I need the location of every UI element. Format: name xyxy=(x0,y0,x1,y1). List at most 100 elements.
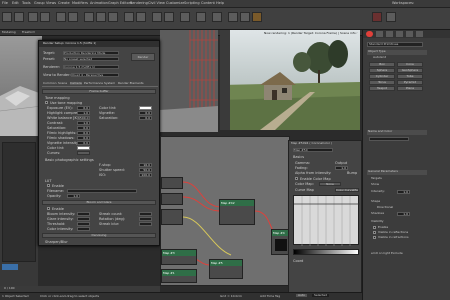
check-refractions[interactable] xyxy=(373,236,376,239)
mirror-icon[interactable] xyxy=(152,12,162,22)
param-vignette-value[interactable]: 0.0 xyxy=(77,141,90,145)
redo-icon[interactable] xyxy=(14,12,24,22)
select-region-icon[interactable] xyxy=(68,12,78,22)
autogrid-checkbox[interactable]: AutoGrid xyxy=(373,56,386,59)
menu-content[interactable]: Content xyxy=(201,1,215,5)
btn-cylinder[interactable]: Cylinder xyxy=(369,74,395,79)
tab-camera[interactable]: Camera xyxy=(70,82,82,86)
help-icon[interactable] xyxy=(386,12,396,22)
check-reflections[interactable] xyxy=(373,231,376,234)
teapot-icon[interactable] xyxy=(372,12,382,22)
node-map-1[interactable]: Map #1 xyxy=(161,269,197,283)
menu-scripting[interactable]: Scripting xyxy=(184,1,200,5)
node-map-42[interactable]: Map #42 xyxy=(219,199,255,225)
menu-views[interactable]: Views xyxy=(46,1,56,5)
layer-icon[interactable] xyxy=(180,12,190,22)
lut-filename-field[interactable] xyxy=(67,189,137,193)
btn-plane[interactable]: Plane xyxy=(397,86,423,91)
add-time-tag[interactable]: Add Time Tag xyxy=(260,295,280,298)
btn-pyramid[interactable]: Pyramid xyxy=(397,80,423,85)
primitives-dropdown[interactable]: Standard Primitives xyxy=(367,42,423,47)
rparam-shutter-value[interactable]: 50.0 xyxy=(139,168,152,172)
dialog-titlebar[interactable]: Render Setup: Corona 1.5 (hotfix 1) xyxy=(39,41,159,47)
utilities-tab-icon[interactable] xyxy=(416,31,423,37)
lut-enable-check[interactable] xyxy=(47,184,50,187)
menu-civil-view[interactable]: Civil View xyxy=(148,1,165,5)
slate-material-editor[interactable]: Map #42 Map #4 Map #3 Map #5 Map #1 xyxy=(160,136,291,286)
node-map-5[interactable]: Map #5 xyxy=(209,259,243,279)
param-filmic-shadows-value[interactable]: 0.0 xyxy=(77,136,90,140)
param-highlight-value[interactable]: 1.0 xyxy=(77,111,90,115)
unlink-icon[interactable] xyxy=(40,12,50,22)
menu-graph-editors[interactable]: Graph Editors xyxy=(108,1,132,5)
render-frame-window[interactable]: Now rendering: 1 (Render Target: Corona … xyxy=(220,30,360,130)
rparam-fstop-value[interactable]: 16.0 xyxy=(139,163,152,167)
tab-render-elements[interactable]: Render Elements xyxy=(118,82,144,85)
node-left-2[interactable] xyxy=(161,193,183,205)
bloom-right-2-field[interactable] xyxy=(139,217,152,221)
menu-create[interactable]: Create xyxy=(58,1,70,5)
ribbon-tab-modeling[interactable]: Modeling xyxy=(2,31,16,34)
param-whitebalance-value[interactable]: 6500.0 xyxy=(77,116,90,120)
rollout-frame-buffer[interactable]: Frame buffer xyxy=(42,89,156,94)
rparam-saturation-value[interactable]: 0.0 xyxy=(139,116,152,120)
tab-common[interactable]: Common xyxy=(43,82,57,85)
shadow-value[interactable]: 1.0 xyxy=(397,212,410,216)
btn-geosphere[interactable]: GeoSphere xyxy=(397,68,423,73)
bloom-right-3-field[interactable] xyxy=(139,222,152,226)
rparam-colortint-swatch[interactable] xyxy=(139,106,152,110)
rollout-bloom-glare[interactable]: Bloom and Glare xyxy=(42,200,156,205)
snap-icon[interactable] xyxy=(124,12,134,22)
rparam-vignette-value[interactable]: 0.0 xyxy=(139,111,152,115)
curves-button[interactable] xyxy=(77,151,90,155)
mat-row-fading-value[interactable]: 1.0 xyxy=(335,166,348,170)
preset-dropdown[interactable]: No preset selected xyxy=(63,57,119,61)
param-saturation-value[interactable]: 0.0 xyxy=(77,126,90,130)
check-enable[interactable] xyxy=(373,226,376,229)
menu-animation[interactable]: Animation xyxy=(90,1,108,5)
use-tone-mapping-check[interactable] xyxy=(45,101,48,104)
param-exposure-value[interactable]: 0.0 xyxy=(77,106,90,110)
node-left-1[interactable] xyxy=(161,177,183,189)
rotate-icon[interactable] xyxy=(96,12,106,22)
lut-opacity-value[interactable]: 1.0 xyxy=(67,194,80,198)
tab-scene[interactable]: Scene xyxy=(58,82,67,85)
hierarchy-tab-icon[interactable] xyxy=(386,31,393,37)
btn-tube[interactable]: Tube xyxy=(397,74,423,79)
color-map-button[interactable]: None xyxy=(319,182,341,186)
rparam-iso-value[interactable]: 100.0 xyxy=(139,173,152,177)
select-icon[interactable] xyxy=(56,12,66,22)
menu-rendering[interactable]: Rendering xyxy=(130,1,148,5)
menu-group[interactable]: Group xyxy=(34,1,45,5)
tab-system[interactable]: System xyxy=(104,82,115,85)
mat-name-field[interactable]: Map #50 xyxy=(293,148,333,152)
selected-dropdown[interactable]: Selected xyxy=(312,294,330,298)
viewport-left[interactable] xyxy=(0,36,42,136)
undo-icon[interactable] xyxy=(2,12,12,22)
view-dropdown[interactable]: Quad 4 - Perspective xyxy=(71,73,119,77)
render-frame-icon[interactable] xyxy=(240,12,250,22)
target-dropdown[interactable]: Production Rendering Mode xyxy=(63,51,119,55)
intensity-value[interactable]: 1.0 xyxy=(397,190,410,194)
btn-teapot[interactable]: Teapot xyxy=(369,86,395,91)
renderer-dropdown[interactable]: Corona 1.5 (hotfix 1) xyxy=(63,65,119,69)
render-icon[interactable] xyxy=(252,12,262,22)
btn-box[interactable]: Box xyxy=(369,62,395,67)
bloom-row-3-field[interactable] xyxy=(77,222,90,226)
name-color-header[interactable]: Name and Color xyxy=(367,130,427,135)
enable-color-map-check[interactable] xyxy=(295,177,298,180)
motion-tab-icon[interactable] xyxy=(396,31,403,37)
menu-modifiers[interactable]: Modifiers xyxy=(72,1,88,5)
menu-file[interactable]: File xyxy=(2,1,8,5)
btn-cone[interactable]: Cone xyxy=(397,62,423,67)
param-filmic-highlights-value[interactable]: 0.0 xyxy=(77,131,90,135)
viewport-perspective[interactable] xyxy=(160,30,218,132)
align-icon[interactable] xyxy=(164,12,174,22)
material-editor-icon[interactable] xyxy=(212,12,222,22)
bloom-right-1-field[interactable] xyxy=(139,212,152,216)
name-field[interactable] xyxy=(369,137,409,141)
general-params-header[interactable]: General Parameters xyxy=(367,170,427,175)
menu-edit[interactable]: Edit xyxy=(12,1,19,5)
ribbon-tab-freeform[interactable]: Freeform xyxy=(22,31,35,34)
create-tab-icon[interactable] xyxy=(366,31,373,37)
